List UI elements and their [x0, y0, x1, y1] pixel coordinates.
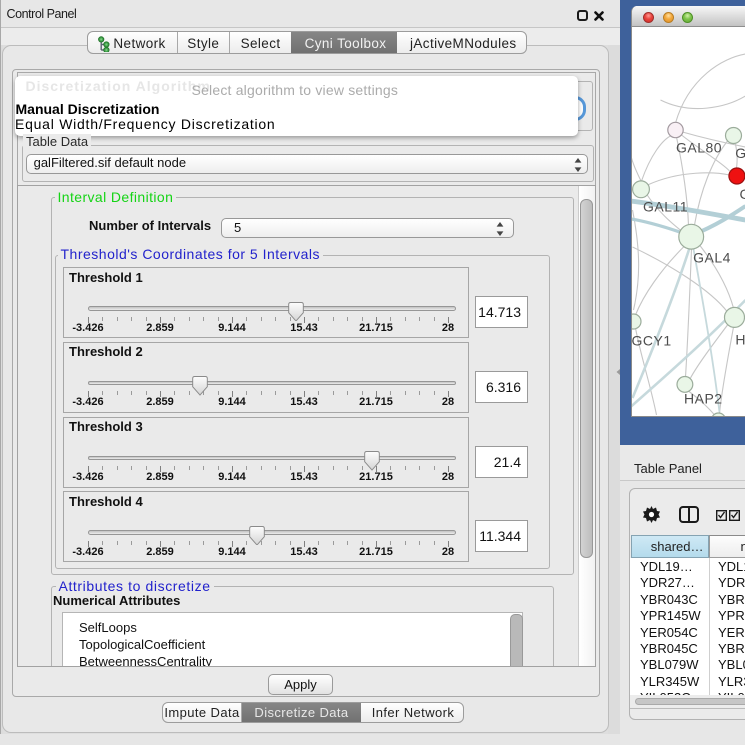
svg-text:GA: GA — [735, 145, 745, 161]
svg-text:CA: CA — [739, 186, 745, 202]
svg-text:HAP2: HAP2 — [684, 391, 723, 407]
svg-text:GAL80: GAL80 — [676, 140, 722, 156]
svg-text:GCY1: GCY1 — [632, 333, 672, 349]
svg-text:GAL4: GAL4 — [693, 250, 731, 266]
svg-text:HA: HA — [735, 332, 745, 348]
svg-text:GAL11: GAL11 — [643, 199, 688, 215]
